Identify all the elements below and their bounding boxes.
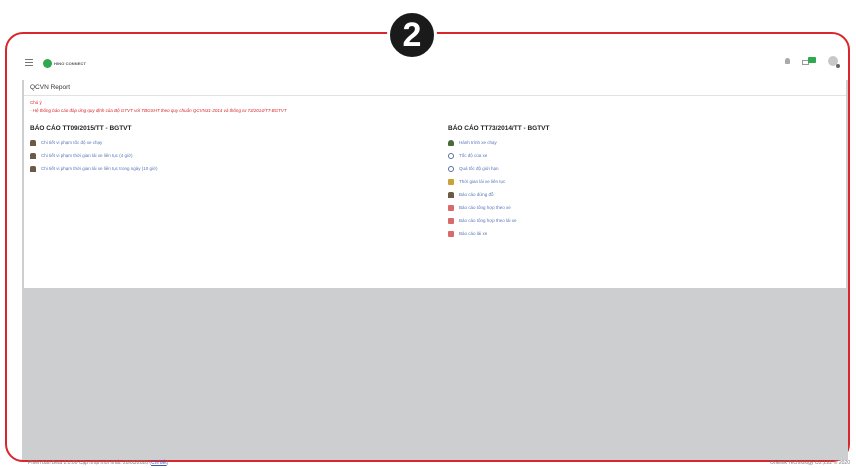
user-avatar-icon[interactable] [828, 56, 840, 68]
report-link[interactable]: Quá tốc độ giới hạn [448, 162, 828, 175]
report-link-label[interactable]: Chi tiết vi phạm thời gian lái xe liên t… [41, 153, 132, 158]
page-title: QCVN Report [24, 80, 846, 96]
header-actions [785, 56, 840, 68]
report-icon [448, 217, 454, 224]
top-bar: HINO CONNECT [20, 52, 848, 74]
report-link-label[interactable]: Báo cáo tổng hợp theo lái xe [459, 218, 517, 223]
report-link[interactable]: Báo cáo dừng đỗ [448, 188, 828, 201]
report-link-label[interactable]: Chi tiết vi phạm thời gian lái xe liên t… [41, 166, 157, 171]
report-icon [448, 204, 454, 211]
notification-icon[interactable] [785, 58, 790, 64]
report-link-label[interactable]: Báo cáo dừng đỗ [459, 192, 494, 197]
notice-text: - Hệ thống báo cáo đáp ứng quy định của … [30, 108, 287, 113]
clock-icon [448, 165, 454, 172]
logo-text: HINO CONNECT [54, 60, 87, 66]
right-report-section: BÁO CÁO TT73/2014/TT - BGTVT Hành trình … [448, 125, 828, 240]
app-logo[interactable]: HINO CONNECT [43, 58, 87, 68]
report-link-label[interactable]: Hành trình xe chạy [459, 140, 497, 145]
person-icon [30, 165, 36, 172]
footer: Phiên bản Beta 2.0.00 Cập nhật mới nhất:… [28, 460, 850, 466]
detail-link[interactable]: Chi tiết [151, 460, 167, 466]
person-icon [30, 152, 36, 159]
notice: Chú ý - Hệ thống báo cáo đáp ứng quy địn… [24, 96, 846, 113]
driver-icon [448, 178, 454, 185]
clock-icon [448, 152, 454, 159]
notice-title: Chú ý [30, 100, 42, 105]
report-link[interactable]: Chi tiết vi phạm tốc độ xe chạy [30, 136, 430, 149]
menu-icon[interactable] [25, 59, 35, 67]
report-link[interactable]: Chi tiết vi phạm thời gian lái xe liên t… [30, 149, 430, 162]
report-link[interactable]: Hành trình xe chạy [448, 136, 828, 149]
step-badge: 2 [387, 10, 437, 60]
report-link[interactable]: Thời gian lái xe liên tục [448, 175, 828, 188]
report-link-label[interactable]: Chi tiết vi phạm tốc độ xe chạy [41, 140, 102, 145]
copyright: Onelink Technology Co.,Ltd. © 2020 [769, 460, 850, 466]
report-link-label[interactable]: Tốc độ của xe [459, 153, 487, 158]
right-section-title: BÁO CÁO TT73/2014/TT - BGTVT [448, 125, 550, 132]
main-content: QCVN Report Chú ý - Hệ thống báo cáo đáp… [22, 80, 848, 460]
report-link-label[interactable]: Thời gian lái xe liên tục [459, 179, 505, 184]
person-icon [448, 191, 454, 198]
version-text-end: ) [166, 460, 169, 466]
left-report-section: BÁO CÁO TT09/2015/TT - BGTVT Chi tiết vi… [30, 125, 430, 175]
report-link[interactable]: Báo cáo lái xe [448, 227, 828, 240]
report-link-label[interactable]: Quá tốc độ giới hạn [459, 166, 498, 171]
report-link[interactable]: Báo cáo tổng hợp theo xe [448, 201, 828, 214]
person-icon [30, 139, 36, 146]
report-icon [448, 230, 454, 237]
version-text: Phiên bản Beta 2.0.00 Cập nhật mới nhất:… [28, 460, 152, 466]
report-link-label[interactable]: Báo cáo tổng hợp theo xe [459, 205, 511, 210]
message-icon[interactable] [802, 57, 816, 65]
left-section-title: BÁO CÁO TT09/2015/TT - BGTVT [30, 125, 132, 132]
version-info: Phiên bản Beta 2.0.00 Cập nhật mới nhất:… [28, 460, 168, 466]
report-link[interactable]: Báo cáo tổng hợp theo lái xe [448, 214, 828, 227]
report-panel: QCVN Report Chú ý - Hệ thống báo cáo đáp… [24, 80, 846, 288]
report-link-label[interactable]: Báo cáo lái xe [459, 231, 487, 236]
report-link[interactable]: Chi tiết vi phạm thời gian lái xe liên t… [30, 162, 430, 175]
report-link[interactable]: Tốc độ của xe [448, 149, 828, 162]
car-icon [448, 139, 454, 146]
logo-mark-icon [43, 58, 52, 68]
